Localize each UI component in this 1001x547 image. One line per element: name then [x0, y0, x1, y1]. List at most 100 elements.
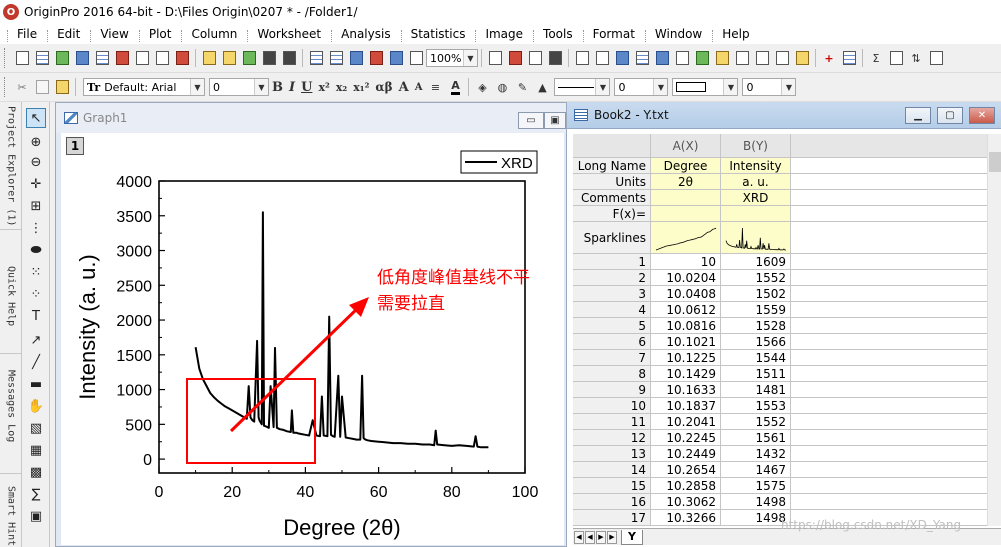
empty-area[interactable]: [791, 174, 987, 190]
batch-plot-icon[interactable]: [387, 49, 405, 67]
mask-icon[interactable]: ⬬: [26, 240, 46, 260]
graph-restore-button[interactable]: ▣: [544, 112, 566, 129]
object-manager-icon[interactable]: [673, 49, 691, 67]
data-selector-icon[interactable]: ⋮: [26, 218, 46, 238]
line-style-combo[interactable]: ▼: [554, 78, 611, 96]
workbook-window[interactable]: Book2 - Y.txt ▁ ▢ ✕ A(X) B(Y) Long Name Deg…: [566, 102, 1001, 547]
menu-image[interactable]: Image: [472, 27, 530, 42]
cell-b[interactable]: 1552: [721, 414, 791, 430]
empty-area[interactable]: [791, 334, 987, 350]
cell-a[interactable]: 10.1837: [651, 398, 721, 414]
cell-a[interactable]: 10.2245: [651, 430, 721, 446]
table-row[interactable]: 9 10.1633 1481: [573, 382, 987, 398]
new-function-icon[interactable]: [113, 49, 131, 67]
empty-area[interactable]: [791, 286, 987, 302]
meta-row-label[interactable]: F(x)=: [573, 206, 651, 222]
screen-reader-icon[interactable]: ✛: [26, 174, 46, 194]
meta-row-label[interactable]: Long Name: [573, 158, 651, 174]
meta-row-label[interactable]: Units: [573, 174, 651, 190]
meta-row[interactable]: Comments XRD: [573, 190, 987, 206]
table-row[interactable]: 5 10.0816 1528: [573, 318, 987, 334]
set-column-values-icon[interactable]: [927, 49, 945, 67]
menu-view[interactable]: View: [87, 27, 135, 42]
line-color-icon[interactable]: ✎: [513, 78, 531, 96]
italic-button[interactable]: I: [289, 80, 295, 95]
toolbar-grip[interactable]: [4, 48, 8, 68]
cut-icon[interactable]: ✂: [13, 78, 31, 96]
command-window-icon[interactable]: [633, 49, 651, 67]
meta-cell-a[interactable]: Degree: [651, 158, 721, 174]
results-log-icon[interactable]: [613, 49, 631, 67]
cell-b[interactable]: 1511: [721, 366, 791, 382]
save-template-icon[interactable]: [280, 49, 298, 67]
zoom-in-icon[interactable]: ⊕: [26, 132, 46, 152]
new-layout-icon[interactable]: [133, 49, 151, 67]
annotation-rectangle[interactable]: [186, 378, 316, 464]
cell-b[interactable]: 1467: [721, 462, 791, 478]
meta-row[interactable]: F(x)=: [573, 206, 987, 222]
border-style-combo[interactable]: ▼: [672, 78, 739, 96]
refresh-icon[interactable]: [506, 49, 524, 67]
row-number[interactable]: 9: [573, 382, 651, 398]
print-icon[interactable]: [486, 49, 504, 67]
cell-a[interactable]: 10.2654: [651, 462, 721, 478]
bold-button[interactable]: B: [272, 80, 283, 95]
menu-format[interactable]: Format: [580, 27, 642, 42]
left-justify-icon[interactable]: ≡: [426, 78, 444, 96]
chevron-down-icon[interactable]: ▼: [190, 79, 204, 95]
chevron-down-icon[interactable]: ▼: [463, 50, 477, 66]
cell-a[interactable]: 10.0408: [651, 286, 721, 302]
cell-a[interactable]: 10.0204: [651, 270, 721, 286]
row-number[interactable]: 17: [573, 510, 651, 526]
pointer-icon[interactable]: ↖: [26, 108, 46, 128]
empty-area[interactable]: [791, 478, 987, 494]
cell-b[interactable]: 1575: [721, 478, 791, 494]
chevron-down-icon[interactable]: ▼: [254, 79, 268, 95]
insert-table-icon[interactable]: ▦: [26, 440, 46, 460]
cell-a[interactable]: 10.0816: [651, 318, 721, 334]
font-color-icon[interactable]: A: [446, 78, 464, 96]
empty-area[interactable]: [791, 446, 987, 462]
prev-sheet-icon[interactable]: ◀: [585, 530, 595, 544]
workbook-maximize-button[interactable]: ▢: [937, 107, 963, 124]
row-number[interactable]: 6: [573, 334, 651, 350]
cell-a[interactable]: 10.1633: [651, 382, 721, 398]
empty-area[interactable]: [791, 366, 987, 382]
cell-a[interactable]: 10: [651, 254, 721, 270]
graph-minimize-button[interactable]: ▭: [518, 112, 544, 129]
menu-file[interactable]: File: [4, 27, 44, 42]
menu-column[interactable]: Column: [178, 27, 244, 42]
add-column-icon[interactable]: +: [820, 49, 838, 67]
cell-b[interactable]: 1552: [721, 270, 791, 286]
options-icon[interactable]: [793, 49, 811, 67]
meta-cell-a[interactable]: [651, 190, 721, 206]
new-graph-icon[interactable]: [73, 49, 91, 67]
empty-area[interactable]: [791, 158, 987, 174]
toolbar-grip[interactable]: [4, 77, 8, 97]
empty-area[interactable]: [791, 190, 987, 206]
line-tool-icon[interactable]: ╱: [26, 352, 46, 372]
rectangle-tool-icon[interactable]: ▬: [26, 374, 46, 394]
row-number[interactable]: 11: [573, 414, 651, 430]
worksheet-grid[interactable]: A(X) B(Y) Long Name Degree Intensity Units 2θ a…: [573, 134, 987, 526]
chevron-down-icon[interactable]: ▼: [723, 79, 738, 95]
slide-show-icon[interactable]: [546, 49, 564, 67]
scrollbar-thumb[interactable]: [989, 152, 1001, 172]
add-text-icon[interactable]: [593, 49, 611, 67]
zoom-out-icon[interactable]: ⊖: [26, 152, 46, 172]
workbook-minimize-button[interactable]: ▁: [905, 107, 931, 124]
table-row[interactable]: 11 10.2041 1552: [573, 414, 987, 430]
row-number[interactable]: 8: [573, 366, 651, 382]
table-row[interactable]: 3 10.0408 1502: [573, 286, 987, 302]
table-row[interactable]: 1 10 1609: [573, 254, 987, 270]
open-excel-icon[interactable]: [240, 49, 258, 67]
table-row[interactable]: 8 10.1429 1511: [573, 366, 987, 382]
settings-icon[interactable]: [773, 49, 791, 67]
cell-a[interactable]: 10.3266: [651, 510, 721, 526]
import-single-ascii-icon[interactable]: [307, 49, 325, 67]
meta-cell-a[interactable]: [651, 222, 721, 254]
new-project-icon[interactable]: [13, 49, 31, 67]
line-size-combo[interactable]: 0 ▼: [614, 78, 669, 96]
data-reader-icon[interactable]: ⊞: [26, 196, 46, 216]
row-number[interactable]: 4: [573, 302, 651, 318]
